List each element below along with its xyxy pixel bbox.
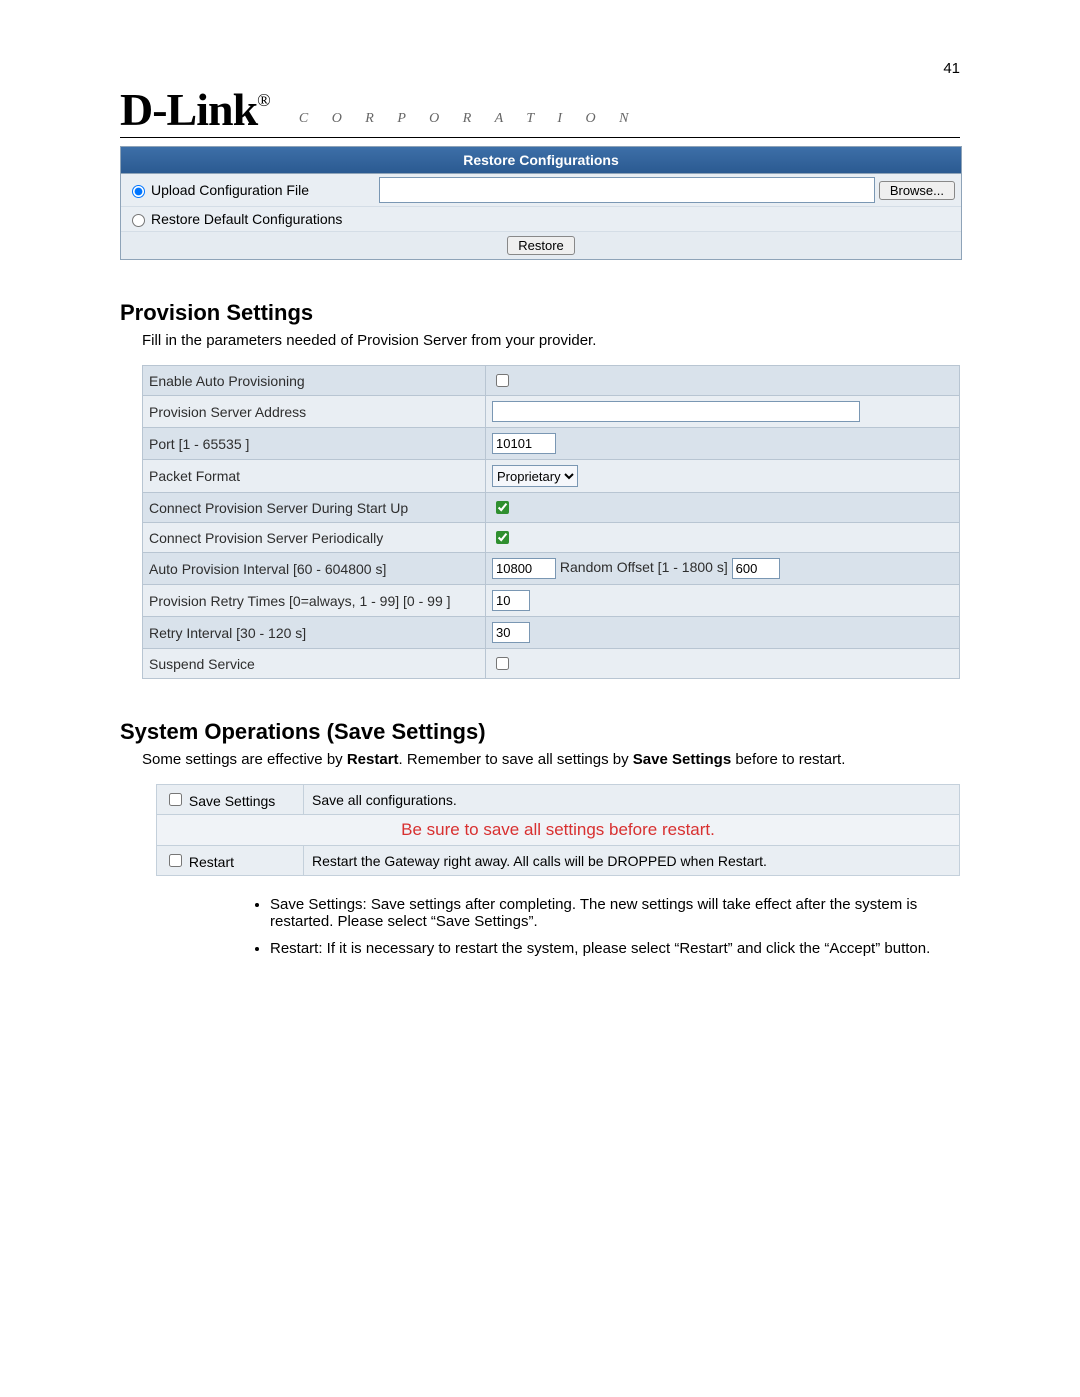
connect-periodic-label: Connect Provision Server Periodically <box>143 523 486 553</box>
restore-button[interactable]: Restore <box>507 236 575 255</box>
auto-interval-label: Auto Provision Interval [60 - 604800 s] <box>143 553 486 585</box>
restart-desc: Restart the Gateway right away. All call… <box>304 846 960 876</box>
logo-subtitle: C O R P O R A T I O N <box>299 111 639 127</box>
restore-panel-header: Restore Configurations <box>121 147 961 174</box>
restart-label: Restart <box>189 854 234 870</box>
logo-header: D-Link® C O R P O R A T I O N <box>120 87 960 138</box>
upload-file-input[interactable] <box>379 177 875 203</box>
suspend-service-label: Suspend Service <box>143 649 486 679</box>
sysops-desc-mid: . Remember to save all settings by <box>399 751 633 768</box>
enable-auto-checkbox[interactable] <box>496 374 509 387</box>
sysops-bullets: Save Settings: Save settings after compl… <box>230 896 960 957</box>
bullet-save-settings: Save Settings: Save settings after compl… <box>270 896 950 930</box>
packet-format-label: Packet Format <box>143 460 486 493</box>
sysops-desc-pre: Some settings are effective by <box>142 751 347 768</box>
auto-interval-input[interactable] <box>492 558 556 579</box>
retry-times-label: Provision Retry Times [0=always, 1 - 99]… <box>143 585 486 617</box>
sysops-desc-post: before to restart. <box>731 751 845 768</box>
save-settings-label: Save Settings <box>189 793 275 809</box>
sysops-warning: Be sure to save all settings before rest… <box>157 815 960 846</box>
suspend-service-checkbox[interactable] <box>496 657 509 670</box>
logo-brand: D-Link <box>120 87 257 133</box>
retry-times-input[interactable] <box>492 590 530 611</box>
save-settings-desc: Save all configurations. <box>304 785 960 815</box>
restore-configurations-panel: Restore Configurations Upload Configurat… <box>120 146 962 260</box>
connect-periodic-checkbox[interactable] <box>496 531 509 544</box>
browse-button[interactable]: Browse... <box>879 181 955 200</box>
logo-registered-icon: ® <box>257 90 271 111</box>
bullet-restart: Restart: If it is necessary to restart t… <box>270 940 950 957</box>
port-label: Port [1 - 65535 ] <box>143 428 486 460</box>
upload-config-radio[interactable] <box>132 185 145 198</box>
provision-heading: Provision Settings <box>120 300 960 326</box>
restart-checkbox[interactable] <box>169 854 182 867</box>
provision-desc: Fill in the parameters needed of Provisi… <box>142 332 960 349</box>
connect-startup-checkbox[interactable] <box>496 501 509 514</box>
port-input[interactable] <box>492 433 556 454</box>
sysops-table: Save Settings Save all configurations. B… <box>156 784 960 876</box>
sysops-desc-restart: Restart <box>347 751 399 768</box>
random-offset-input[interactable] <box>732 558 780 579</box>
sysops-desc: Some settings are effective by Restart. … <box>142 751 960 768</box>
restore-default-label: Restore Default Configurations <box>151 211 342 227</box>
retry-interval-input[interactable] <box>492 622 530 643</box>
server-address-label: Provision Server Address <box>143 396 486 428</box>
sysops-heading: System Operations (Save Settings) <box>120 719 960 745</box>
random-offset-label: Random Offset [1 - 1800 s] <box>560 559 728 575</box>
upload-config-label: Upload Configuration File <box>151 182 309 198</box>
enable-auto-label: Enable Auto Provisioning <box>143 366 486 396</box>
packet-format-select[interactable]: Proprietary <box>492 465 578 487</box>
page-number: 41 <box>120 60 960 77</box>
retry-interval-label: Retry Interval [30 - 120 s] <box>143 617 486 649</box>
save-settings-checkbox[interactable] <box>169 793 182 806</box>
sysops-desc-save: Save Settings <box>633 751 731 768</box>
restore-default-radio[interactable] <box>132 214 145 227</box>
provision-table: Enable Auto Provisioning Provision Serve… <box>142 365 960 679</box>
connect-startup-label: Connect Provision Server During Start Up <box>143 493 486 523</box>
server-address-input[interactable] <box>492 401 860 422</box>
